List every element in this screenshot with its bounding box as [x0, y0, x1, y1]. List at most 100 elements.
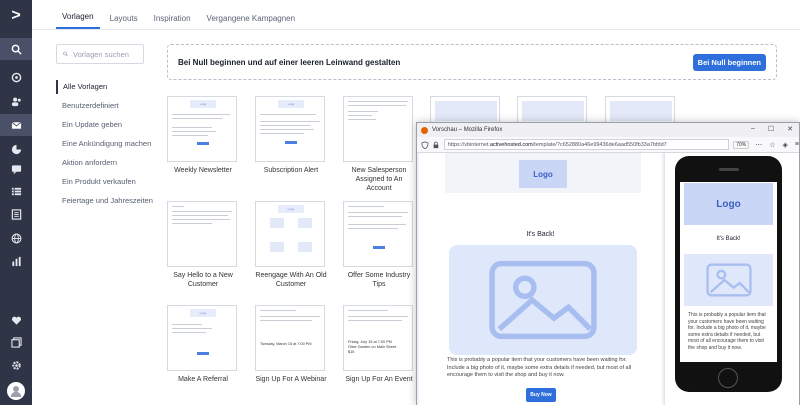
forms-icon[interactable] — [0, 203, 32, 225]
hero-image-placeholder — [449, 245, 637, 355]
reports-icon[interactable] — [0, 250, 32, 272]
desktop-preview: Logo It's Back! This is probably a popul… — [419, 153, 662, 405]
mobile-preview: Logo It's Back! This is probably a popul… — [664, 153, 799, 405]
left-navigation: > — [0, 0, 32, 405]
preview-headline: It's Back! — [526, 231, 555, 238]
conversations-icon[interactable] — [0, 158, 32, 180]
blank-canvas-banner: Bei Null beginnen und auf einer leeren L… — [167, 44, 777, 80]
category-produkt[interactable]: Ein Produkt verkaufen — [56, 175, 156, 189]
automation-icon[interactable] — [0, 138, 32, 160]
url-field[interactable]: https://vbinternet. activehosted.com/temp… — [443, 139, 730, 150]
maximize-button[interactable]: ☐ — [768, 125, 774, 133]
mail-icon[interactable] — [0, 114, 32, 136]
firefox-icon — [421, 126, 428, 134]
lock-icon[interactable] — [432, 141, 440, 149]
tab-bar: Vorlagen Layouts Inspiration Vergangene … — [32, 0, 800, 30]
template-thumbnail[interactable]: Friday, July 15 at 7:00 PM Olive Garden … — [343, 305, 413, 371]
category-feiertage[interactable]: Feiertage und Jahreszeiten — [56, 194, 156, 208]
mobile-image-placeholder — [684, 254, 773, 306]
category-update[interactable]: Ein Update geben — [56, 118, 156, 132]
thumb-webinar-date: Tuesday, March 15 at 7:00 PM — [260, 342, 312, 346]
start-blank-button[interactable]: Bei Null beginnen — [692, 53, 766, 71]
address-bar-row: https://vbinternet. activehosted.com/temp… — [417, 137, 799, 153]
category-alle-vorlagen[interactable]: Alle Vorlagen — [56, 80, 156, 94]
template-label: Make A Referral — [178, 376, 228, 383]
logo-glyph: > — [11, 7, 21, 24]
template-card[interactable]: New Salesperson Assigned to An Account — [343, 96, 415, 193]
site-icon[interactable] — [0, 227, 32, 249]
lists-icon[interactable] — [0, 180, 32, 202]
minimize-button[interactable]: – — [751, 125, 755, 133]
favorites-icon[interactable] — [0, 309, 32, 331]
template-thumbnail[interactable]: Tuesday, March 15 at 7:00 PM — [255, 305, 325, 371]
thumb-event-price: $15 — [348, 350, 355, 354]
search-input[interactable] — [73, 49, 143, 59]
rocket-icon[interactable] — [0, 66, 32, 88]
avatar-icon[interactable] — [0, 380, 32, 402]
category-list: Alle Vorlagen Benutzerdefiniert Ein Upda… — [56, 80, 156, 213]
template-card[interactable]: Logo Weekly Newsletter — [167, 96, 239, 175]
shield-icon[interactable] — [421, 140, 429, 149]
template-card[interactable]: Tuesday, March 15 at 7:00 PM Sign Up For… — [255, 305, 327, 384]
template-label: Weekly Newsletter — [174, 167, 232, 174]
image-placeholder-icon — [705, 263, 752, 297]
thumb-logo: Logo — [278, 100, 304, 108]
template-thumbnail[interactable]: Logo — [167, 305, 237, 371]
template-thumbnail[interactable] — [343, 201, 413, 267]
window-titlebar: Vorschau – Mozilla Firefox – ☐ ✕ — [417, 123, 799, 137]
template-label: Offer Some Industry Tips — [347, 272, 411, 288]
template-card[interactable]: Logo Reengage With An Old Customer — [255, 201, 327, 289]
search-icon — [63, 51, 68, 57]
image-placeholder-icon — [489, 260, 597, 340]
more-icon[interactable]: ⋯ — [755, 141, 762, 149]
category-ankuendigung[interactable]: Eine Ankündigung machen — [56, 137, 156, 151]
tab-layouts[interactable]: Layouts — [104, 14, 144, 29]
template-label: Sign Up For A Webinar — [255, 376, 327, 383]
thumb-logo: Logo — [190, 309, 216, 317]
thumb-logo: Logo — [190, 100, 216, 108]
template-label: Say Hello to a New Customer — [173, 272, 233, 288]
mobile-headline: It's Back! — [716, 236, 741, 242]
template-card[interactable]: Logo Make A Referral — [167, 305, 239, 384]
contacts-icon[interactable] — [0, 90, 32, 112]
mobile-description: This is probably a popular item that you… — [688, 312, 766, 351]
tab-vergangene-kampagnen[interactable]: Vergangene Kampagnen — [201, 14, 302, 29]
template-thumbnail[interactable] — [167, 201, 237, 267]
preview-logo: Logo — [519, 160, 567, 188]
template-search[interactable] — [56, 44, 144, 64]
phone-speaker — [719, 168, 739, 171]
template-thumbnail[interactable] — [343, 96, 413, 162]
settings-icon[interactable] — [0, 354, 32, 376]
template-label: New Salesperson Assigned to An Account — [351, 167, 407, 192]
pages-icon[interactable] — [0, 331, 32, 353]
template-label: Sign Up For An Event — [345, 376, 413, 383]
template-label: Reengage With An Old Customer — [255, 272, 327, 288]
template-card[interactable]: Logo Subscription Alert — [255, 96, 327, 175]
template-card[interactable]: Friday, July 15 at 7:00 PM Olive Garden … — [343, 305, 415, 384]
template-thumbnail[interactable]: Logo — [255, 201, 325, 267]
app-logo[interactable]: > — [0, 0, 32, 32]
preview-description: This is probably a popular item that you… — [447, 357, 632, 378]
menu-icon[interactable]: ≡ — [795, 141, 799, 149]
extension-icon[interactable]: ◈ — [783, 141, 788, 149]
search-icon[interactable] — [0, 38, 32, 60]
template-card[interactable]: Say Hello to a New Customer — [167, 201, 239, 289]
bookmark-icon[interactable]: ☆ — [769, 141, 775, 149]
url-prefix: https://vbinternet. — [447, 141, 490, 148]
template-thumbnail[interactable]: Logo — [167, 96, 237, 162]
phone-frame: Logo It's Back! This is probably a popul… — [675, 156, 782, 392]
template-thumbnail[interactable]: Logo — [255, 96, 325, 162]
banner-text: Bei Null beginnen und auf einer leeren L… — [178, 57, 401, 67]
template-card[interactable]: Offer Some Industry Tips — [343, 201, 415, 289]
zoom-level[interactable]: 70% — [733, 140, 750, 149]
url-path: /template/?c652880a46e99436de6aad550fb33… — [532, 141, 667, 148]
tab-vorlagen[interactable]: Vorlagen — [56, 12, 100, 29]
template-label: Subscription Alert — [263, 167, 319, 174]
tab-inspiration[interactable]: Inspiration — [148, 14, 197, 29]
close-button[interactable]: ✕ — [787, 125, 793, 133]
mobile-logo: Logo — [684, 183, 773, 225]
category-aktion[interactable]: Aktion anfordern — [56, 156, 156, 170]
category-benutzerdefiniert[interactable]: Benutzerdefiniert — [56, 99, 156, 113]
phone-screen: Logo It's Back! This is probably a popul… — [680, 182, 777, 362]
buy-now-button[interactable]: Buy Now — [526, 388, 556, 402]
